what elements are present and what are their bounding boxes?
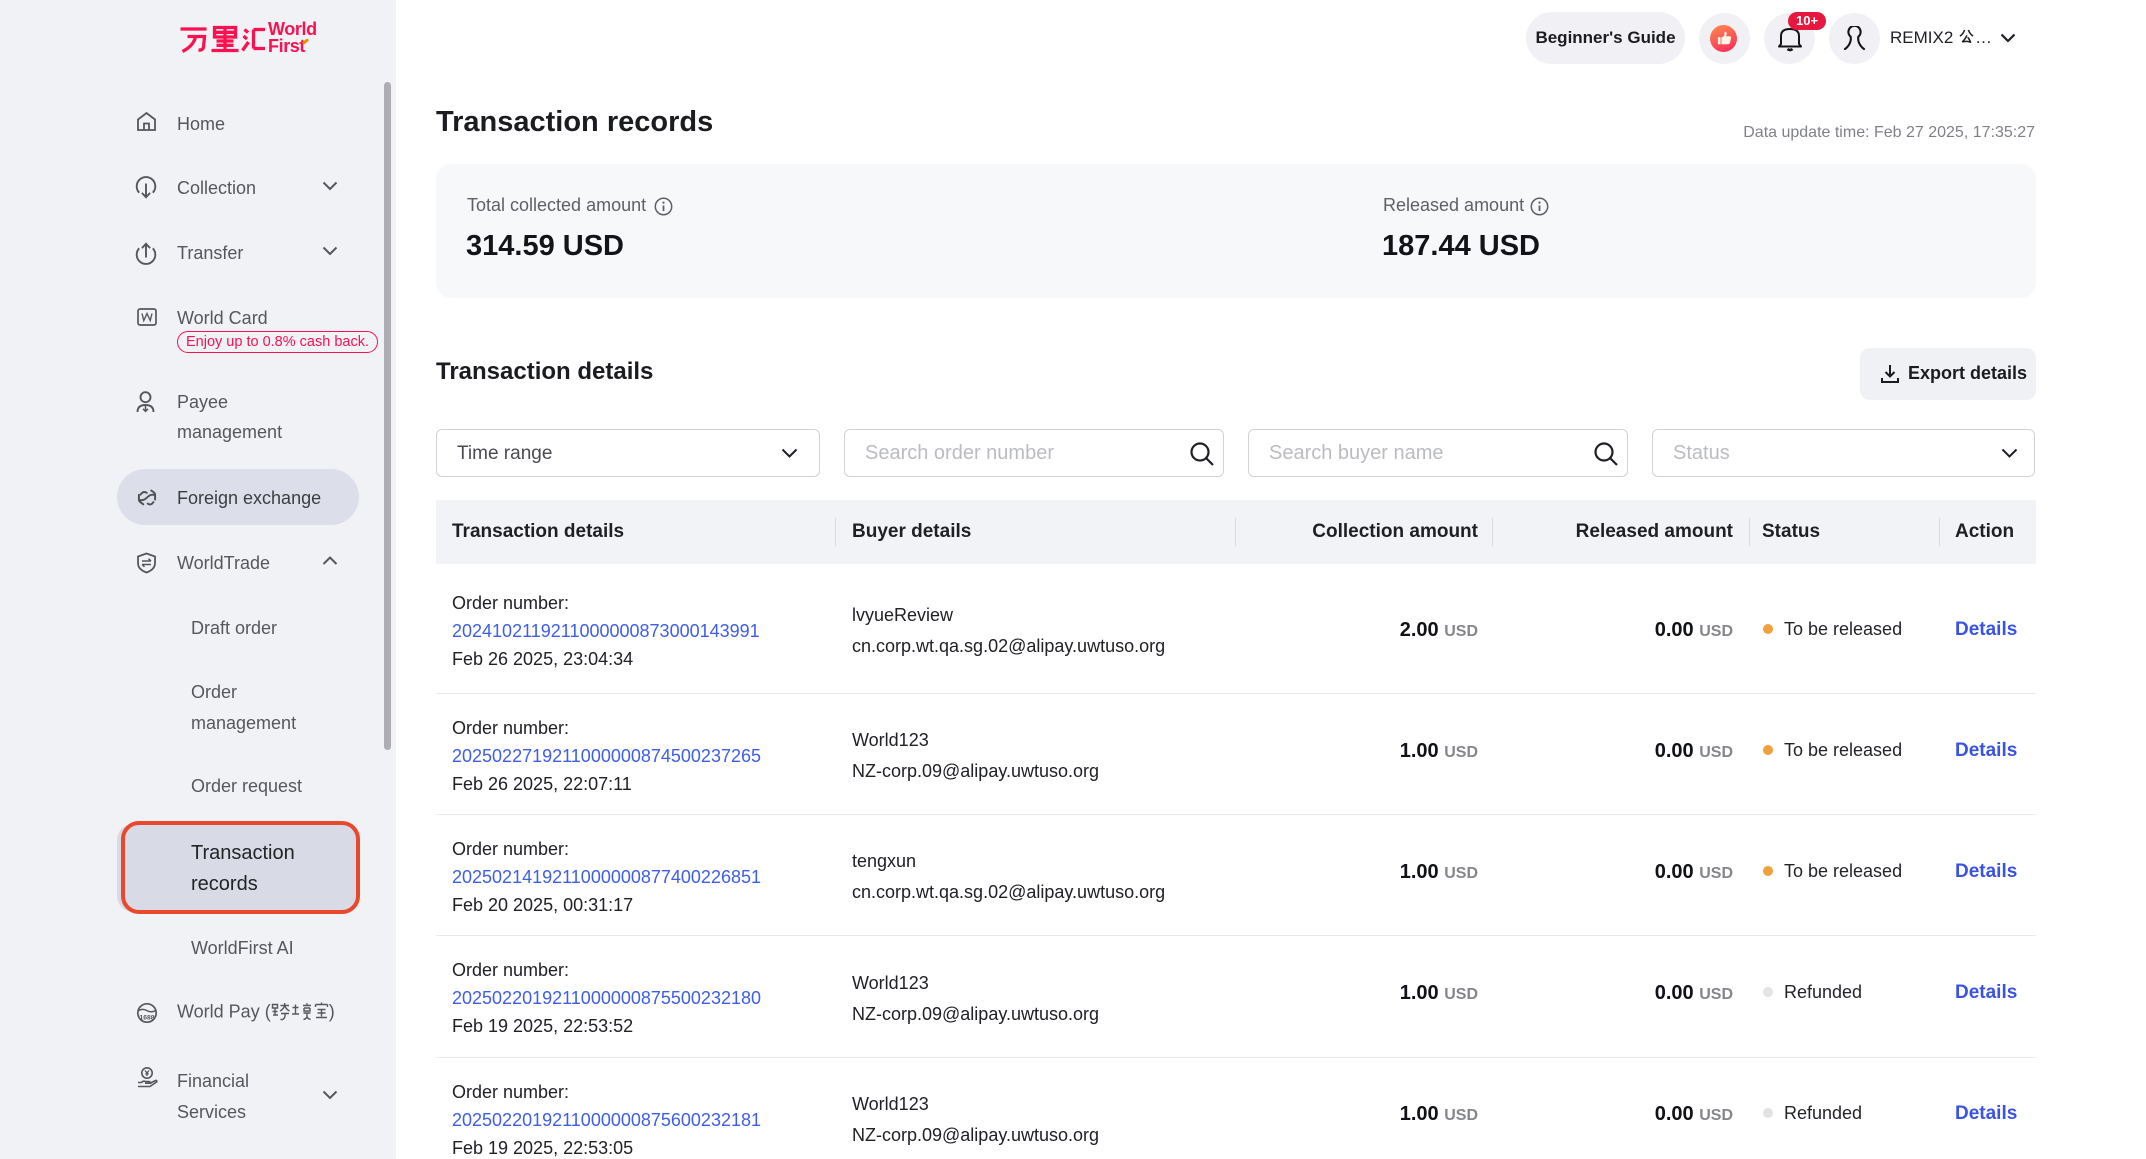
svg-text:1688: 1688 xyxy=(139,1015,154,1022)
